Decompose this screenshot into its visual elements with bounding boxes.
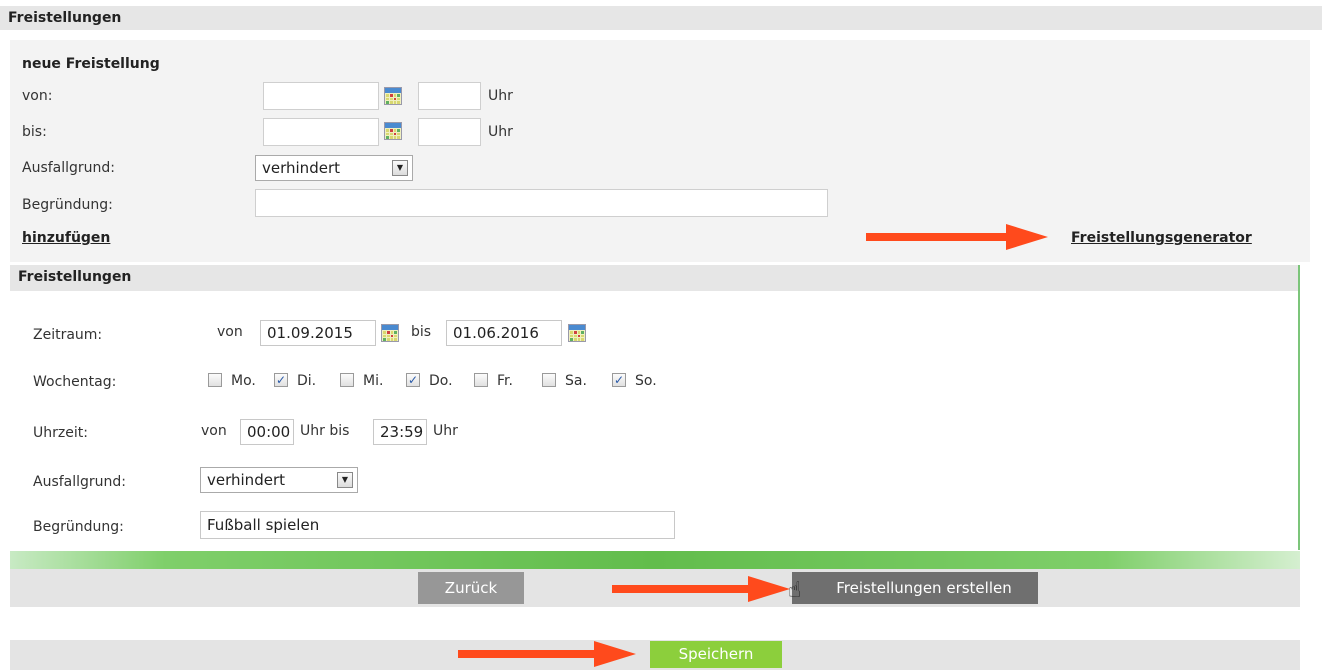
weekday-checkbox[interactable] <box>542 373 556 387</box>
save-button[interactable]: Speichern <box>650 641 782 668</box>
weekday-checkbox[interactable] <box>474 373 488 387</box>
from-label: von: <box>22 88 53 104</box>
new-entry-panel <box>10 40 1310 262</box>
chevron-down-icon: ▼ <box>392 160 408 176</box>
weekday-label: Mo. <box>231 373 256 389</box>
weekday-label: Do. <box>429 373 453 389</box>
to-date-input[interactable] <box>263 118 379 146</box>
generator-reason-select-value: verhindert <box>207 471 285 489</box>
chevron-down-icon: ▼ <box>337 472 353 488</box>
period-from-input[interactable]: 01.09.2015 <box>260 320 376 346</box>
time-to-input[interactable]: 23:59 <box>373 419 427 445</box>
time-from-word: von <box>201 423 227 439</box>
from-time-unit: Uhr <box>488 88 513 104</box>
generator-header-bar <box>10 265 1300 291</box>
page-title: Freistellungen <box>8 10 122 26</box>
time-label: Uhrzeit: <box>33 425 88 441</box>
weekday-checkbox[interactable]: ✓ <box>612 373 626 387</box>
to-label: bis: <box>22 124 47 140</box>
time-to-unit: Uhr <box>433 423 458 439</box>
time-from-input[interactable]: 00:00 <box>240 419 294 445</box>
hand-pointer-icon: ☝ <box>788 578 802 603</box>
weekday-checkbox[interactable] <box>340 373 354 387</box>
weekday-label: So. <box>635 373 657 389</box>
arrow-annotation <box>866 224 1048 250</box>
reason-select-value: verhindert <box>262 159 340 177</box>
decorative-strip <box>10 551 1300 569</box>
period-label: Zeitraum: <box>33 327 103 343</box>
weekday-label: Di. <box>297 373 317 389</box>
weekday-checkbox[interactable]: ✓ <box>274 373 288 387</box>
calendar-icon[interactable] <box>568 324 586 342</box>
period-from-word: von <box>217 324 243 340</box>
from-date-input[interactable] <box>263 82 379 110</box>
calendar-icon[interactable] <box>384 87 402 105</box>
weekday-label: Wochentag: <box>33 374 117 390</box>
weekday-label: Fr. <box>497 373 513 389</box>
calendar-icon[interactable] <box>381 324 399 342</box>
page-header-bar <box>0 6 1322 30</box>
justification-label: Begründung: <box>22 197 113 213</box>
generator-title: Freistellungen <box>18 269 132 285</box>
arrow-annotation <box>458 641 636 667</box>
reason-label: Ausfallgrund: <box>22 160 116 176</box>
period-to-input[interactable]: 01.06.2016 <box>446 320 562 346</box>
weekday-checkbox[interactable] <box>208 373 222 387</box>
add-link[interactable]: hinzufügen <box>22 230 110 246</box>
new-entry-heading: neue Freistellung <box>22 56 160 72</box>
weekday-checkbox[interactable]: ✓ <box>406 373 420 387</box>
generator-panel-border <box>1298 265 1300 550</box>
calendar-icon[interactable] <box>384 122 402 140</box>
from-time-input[interactable] <box>418 82 481 110</box>
justification-input[interactable] <box>255 189 828 217</box>
reason-select[interactable]: verhindert ▼ <box>255 155 413 181</box>
back-button[interactable]: Zurück <box>418 572 524 604</box>
arrow-annotation <box>612 576 790 602</box>
create-button[interactable]: Freistellungen erstellen <box>792 572 1038 604</box>
generator-reason-label: Ausfallgrund: <box>33 474 127 490</box>
to-time-unit: Uhr <box>488 124 513 140</box>
weekday-label: Mi. <box>363 373 384 389</box>
generator-link[interactable]: Freistellungsgenerator <box>1071 230 1252 246</box>
generator-justification-input[interactable]: Fußball spielen <box>200 511 675 539</box>
time-mid-text: Uhr bis <box>300 423 350 439</box>
weekday-checkbox-group: Mo. ✓ Di. Mi. ✓ Do. Fr. Sa. ✓ So. <box>208 371 678 391</box>
period-to-word: bis <box>411 324 432 340</box>
to-time-input[interactable] <box>418 118 481 146</box>
generator-reason-select[interactable]: verhindert ▼ <box>200 467 358 493</box>
generator-justification-label: Begründung: <box>33 519 124 535</box>
weekday-label: Sa. <box>565 373 587 389</box>
